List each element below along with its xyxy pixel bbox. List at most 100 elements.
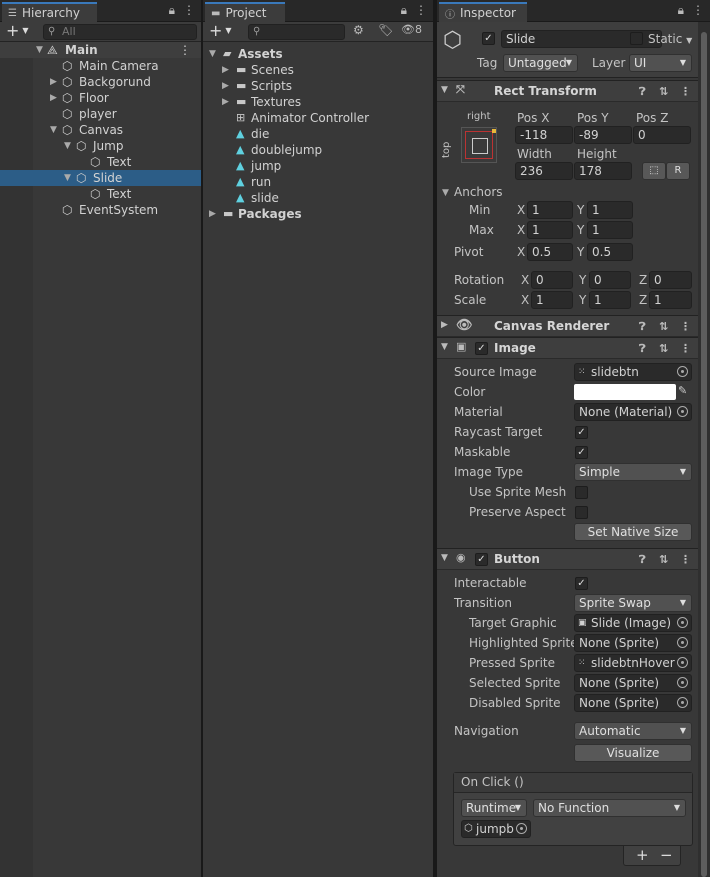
active-checkbox[interactable]: ✓ — [482, 32, 495, 45]
rotation-z-field[interactable]: 0 — [649, 271, 692, 289]
expand-arrow-icon[interactable]: ▼ — [442, 188, 449, 198]
project-folder-textures[interactable]: ▶ ▬ Textures — [203, 94, 433, 110]
presets-icon[interactable]: ⇅ — [659, 320, 668, 333]
collapse-arrow-icon[interactable]: ▶ — [222, 62, 229, 78]
expand-arrow-icon[interactable]: ▼ — [50, 122, 57, 138]
anchor-max-y-field[interactable]: 1 — [587, 221, 633, 239]
layer-dropdown[interactable]: UI ▼ — [629, 54, 692, 72]
object-picker-icon[interactable] — [677, 657, 688, 668]
canvas-renderer-header[interactable]: ▶ 👁︎ Canvas Renderer ❓︎ ⇅ ⋮ — [437, 315, 698, 337]
static-dropdown[interactable]: Static ▼ — [648, 30, 692, 48]
anchor-min-y-field[interactable]: 1 — [587, 201, 633, 219]
static-checkbox[interactable] — [630, 32, 643, 45]
rect-transform-header[interactable]: ▼ ⤧ Rect Transform ❓︎ ⇅ ⋮ — [437, 80, 698, 102]
pivot-y-field[interactable]: 0.5 — [587, 243, 633, 261]
button-header[interactable]: ▼ ◉ ✓ Button ❓︎ ⇅ ⋮ — [437, 548, 698, 570]
material-field[interactable]: None (Material) — [574, 403, 692, 421]
presets-icon[interactable]: ⇅ — [659, 553, 668, 566]
project-asset-slide[interactable]: ▲ slide — [203, 190, 433, 206]
hierarchy-item-slide[interactable]: ▼ ⬡ Slide — [0, 170, 201, 186]
expand-arrow-icon[interactable]: ▼ — [209, 46, 216, 62]
object-picker-icon[interactable] — [677, 697, 688, 708]
rotation-y-field[interactable]: 0 — [589, 271, 631, 289]
anchor-min-x-field[interactable]: 1 — [527, 201, 573, 219]
project-asset-doublejump[interactable]: ▲ doublejump — [203, 142, 433, 158]
width-field[interactable]: 236 — [515, 162, 573, 180]
image-enabled-checkbox[interactable]: ✓ — [475, 342, 488, 355]
pressed-sprite-field[interactable]: ⁙ slidebtnHover — [574, 654, 692, 672]
scale-y-field[interactable]: 1 — [589, 291, 631, 309]
object-picker-icon[interactable] — [677, 617, 688, 628]
component-menu-icon[interactable]: ⋮ — [680, 553, 691, 566]
use-sprite-mesh-checkbox[interactable] — [575, 486, 588, 499]
anchor-max-x-field[interactable]: 1 — [527, 221, 573, 239]
search-by-type-icon[interactable]: ⚙ — [353, 23, 364, 37]
search-by-label-icon[interactable]: 🏷︎ — [378, 23, 393, 37]
add-event-button[interactable]: + — [636, 846, 649, 864]
object-picker-icon[interactable] — [677, 637, 688, 648]
hierarchy-item-floor[interactable]: ▶ ⬡ Floor — [0, 90, 201, 106]
project-search-input[interactable]: ⚲ — [248, 24, 345, 40]
preserve-aspect-checkbox[interactable] — [575, 506, 588, 519]
hierarchy-item-jump[interactable]: ▼ ⬡ Jump — [0, 138, 201, 154]
hidden-packages-toggle[interactable]: 👁︎8 — [401, 23, 422, 36]
disabled-sprite-field[interactable]: None (Sprite) — [574, 694, 692, 712]
collapse-arrow-icon[interactable]: ▶ — [50, 90, 57, 106]
eyedropper-icon[interactable]: ✎ — [678, 384, 687, 397]
tag-dropdown[interactable]: Untagged ▼ — [503, 54, 578, 72]
object-picker-icon[interactable] — [677, 406, 688, 417]
scale-z-field[interactable]: 1 — [649, 291, 692, 309]
hierarchy-item-jump-text[interactable]: ⬡ Text — [0, 154, 201, 170]
event-object-field[interactable]: ⬡ jumpb — [461, 820, 531, 838]
image-header[interactable]: ▼ ▣ ✓ Image ❓︎ ⇅ ⋮ — [437, 337, 698, 359]
set-native-size-button[interactable]: Set Native Size — [574, 523, 692, 541]
component-menu-icon[interactable]: ⋮ — [680, 85, 691, 98]
help-icon[interactable]: ❓︎ — [639, 320, 646, 334]
anchor-presets-button[interactable] — [461, 127, 497, 163]
inspector-scrollbar[interactable] — [698, 22, 710, 877]
scene-menu-icon[interactable]: ⋮ — [179, 42, 191, 58]
collapse-arrow-icon[interactable]: ▶ — [222, 78, 229, 94]
more-menu-icon[interactable]: ⋮ — [415, 3, 427, 18]
highlighted-sprite-field[interactable]: None (Sprite) — [574, 634, 692, 652]
interactable-checkbox[interactable]: ✓ — [575, 577, 588, 590]
tab-hierarchy[interactable]: ☰ Hierarchy — [2, 2, 97, 22]
transition-dropdown[interactable]: Sprite Swap ▼ — [574, 594, 692, 612]
raw-edit-button[interactable]: R — [666, 162, 690, 180]
expand-arrow-icon[interactable]: ▼ — [64, 138, 71, 154]
project-asset-run[interactable]: ▲ run — [203, 174, 433, 190]
project-asset-jump[interactable]: ▲ jump — [203, 158, 433, 174]
hierarchy-item-player[interactable]: ⬡ player — [0, 106, 201, 122]
project-folder-assets[interactable]: ▼ ▰ Assets — [203, 46, 433, 62]
component-menu-icon[interactable]: ⋮ — [680, 320, 691, 333]
project-folder-packages[interactable]: ▶ ▬ Packages — [203, 206, 433, 222]
pivot-x-field[interactable]: 0.5 — [527, 243, 573, 261]
more-menu-icon[interactable]: ⋮ — [183, 3, 195, 18]
collapse-arrow-icon[interactable]: ▶ — [209, 206, 216, 222]
hierarchy-search-input[interactable]: ⚲ All — [43, 24, 197, 40]
maskable-checkbox[interactable]: ✓ — [575, 446, 588, 459]
project-asset-animator-controller[interactable]: ⊞ Animator Controller — [203, 110, 433, 126]
raycast-target-checkbox[interactable]: ✓ — [575, 426, 588, 439]
more-menu-icon[interactable]: ⋮ — [692, 3, 704, 18]
project-asset-die[interactable]: ▲ die — [203, 126, 433, 142]
lock-icon[interactable]: 🔒︎ — [169, 3, 175, 18]
project-folder-scenes[interactable]: ▶ ▬ Scenes — [203, 62, 433, 78]
help-icon[interactable]: ❓︎ — [639, 553, 646, 567]
expand-arrow-icon[interactable]: ▼ — [36, 42, 43, 58]
help-icon[interactable]: ❓︎ — [639, 342, 646, 356]
pos-y-field[interactable]: -89 — [574, 126, 632, 144]
runtime-dropdown[interactable]: Runtime ▼ — [461, 799, 527, 817]
scale-x-field[interactable]: 1 — [531, 291, 573, 309]
button-enabled-checkbox[interactable]: ✓ — [475, 553, 488, 566]
lock-icon[interactable]: 🔒︎ — [678, 3, 684, 18]
object-picker-icon[interactable] — [677, 677, 688, 688]
pos-x-field[interactable]: -118 — [515, 126, 573, 144]
pos-z-field[interactable]: 0 — [633, 126, 691, 144]
help-icon[interactable]: ❓︎ — [639, 85, 646, 99]
hierarchy-item-eventsystem[interactable]: ⬡ EventSystem — [0, 202, 201, 218]
lock-icon[interactable]: 🔒︎ — [401, 3, 407, 18]
component-menu-icon[interactable]: ⋮ — [680, 342, 691, 355]
visualize-button[interactable]: Visualize — [574, 744, 692, 762]
scene-row[interactable]: ▼ ⟁ Main ⋮ — [0, 42, 201, 58]
